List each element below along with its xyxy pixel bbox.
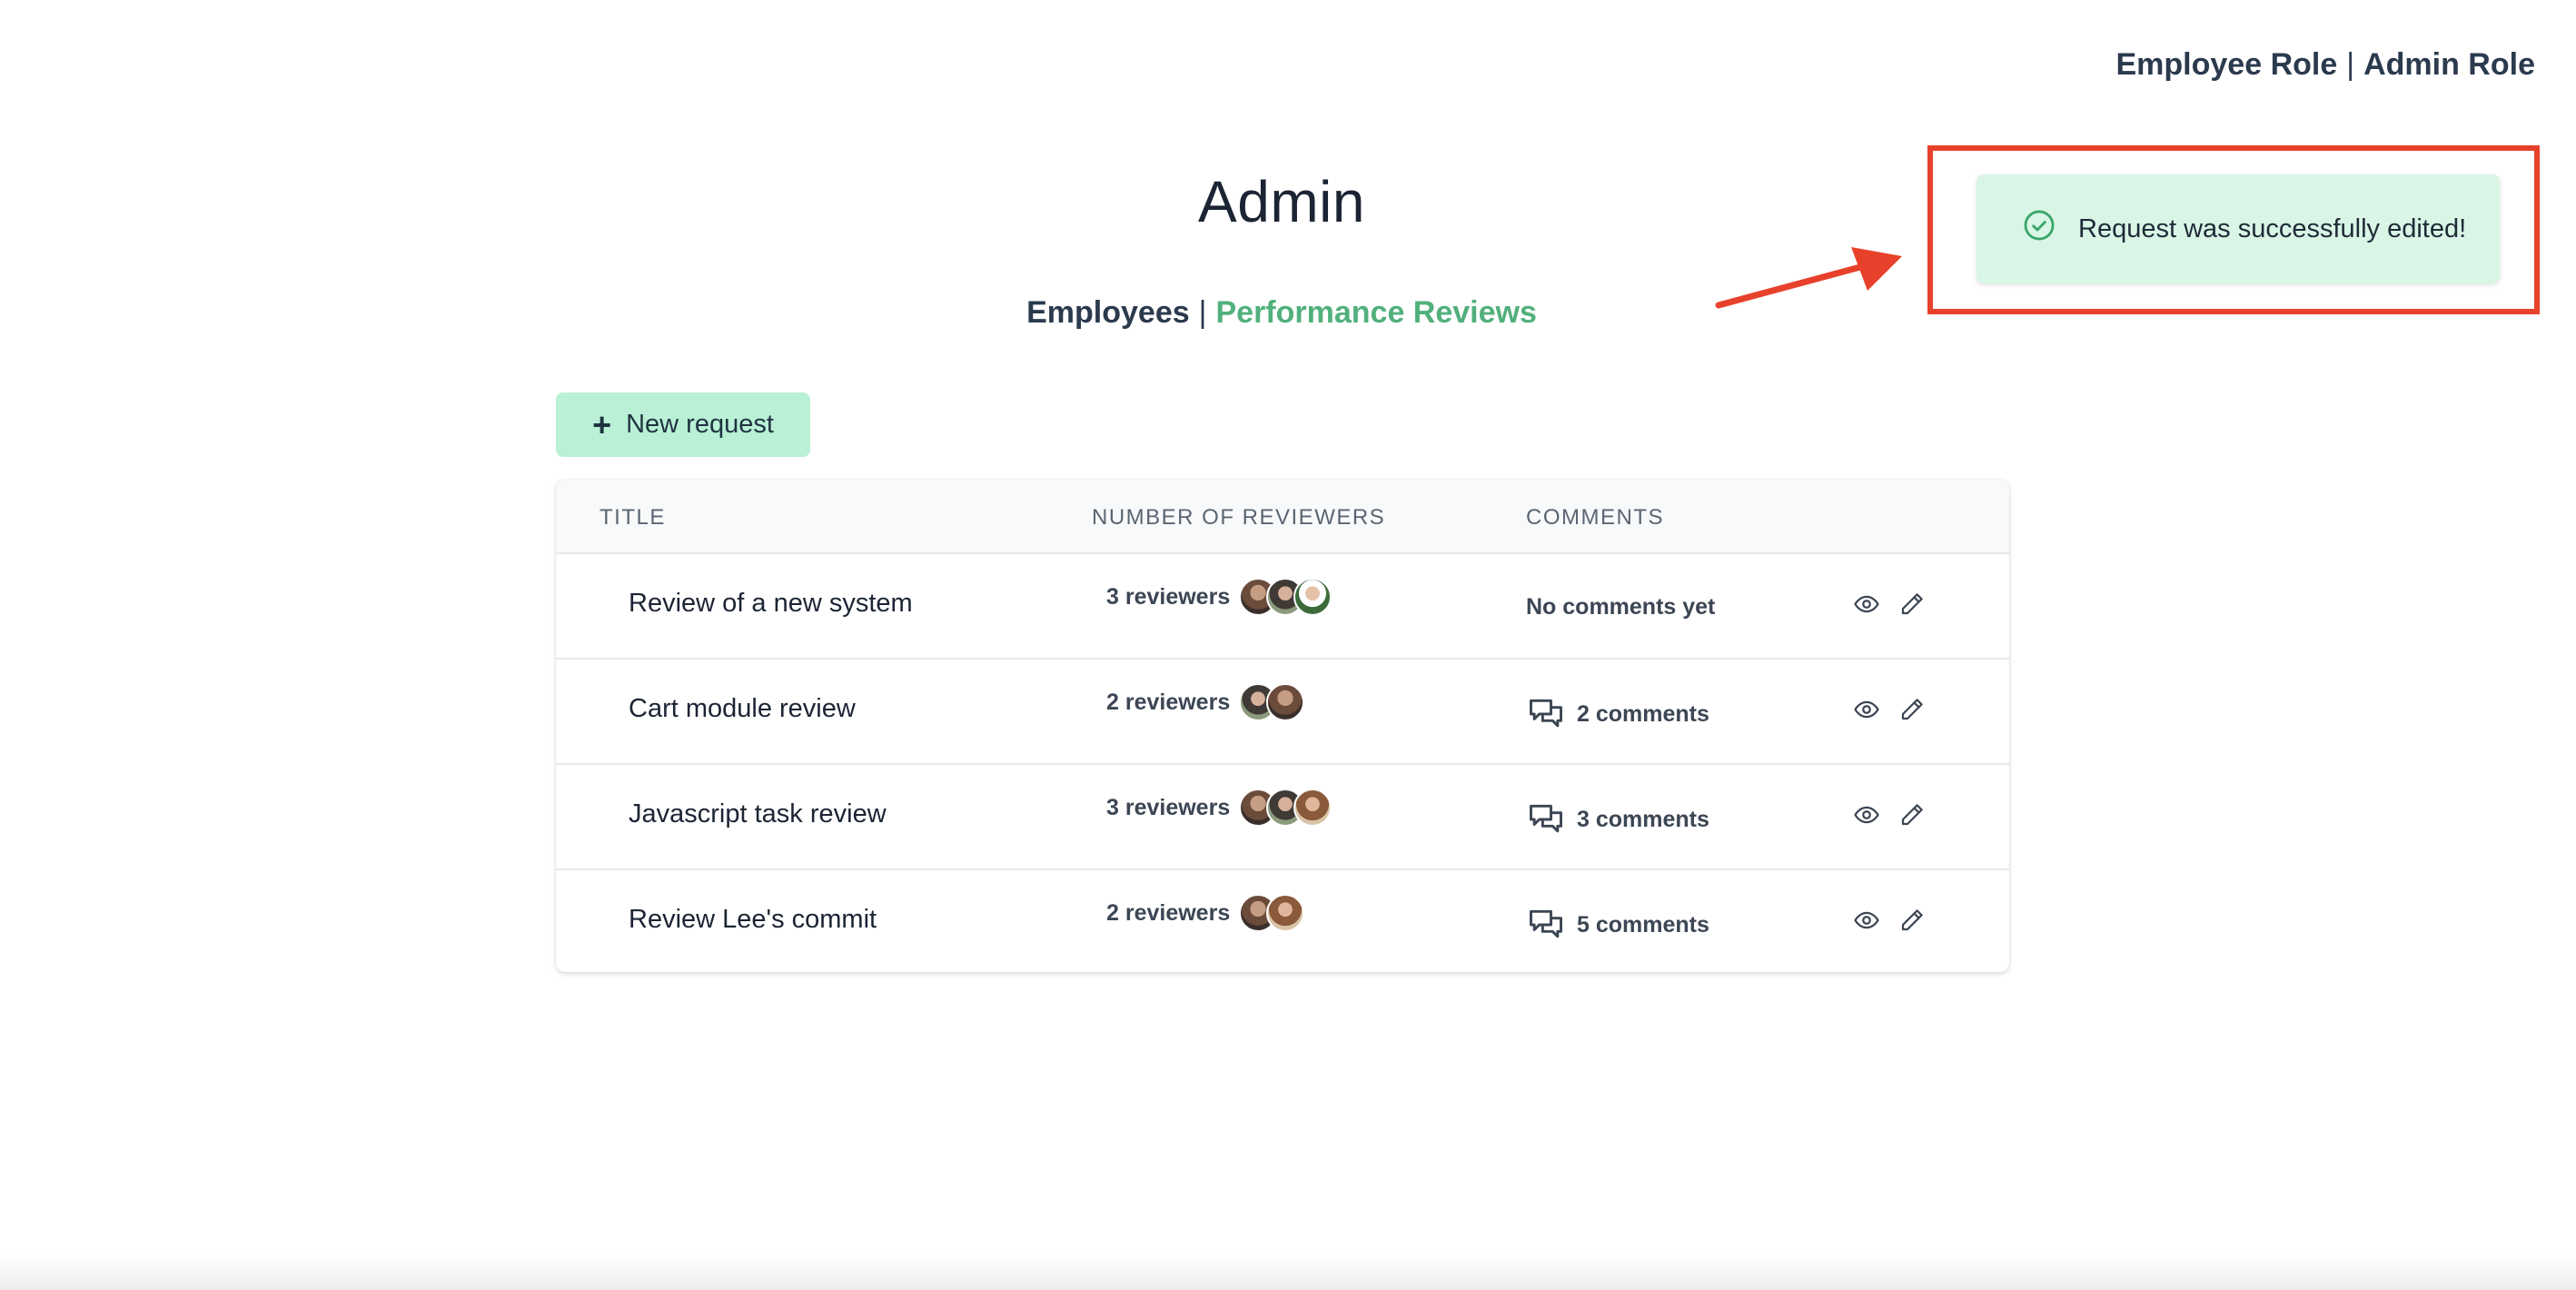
table-header: TITLE NUMBER OF REVIEWERS COMMENTS bbox=[556, 480, 2009, 554]
new-request-button[interactable]: + New request bbox=[556, 392, 810, 457]
comments-icon bbox=[1526, 799, 1566, 839]
annotation-arrow bbox=[1715, 247, 1902, 309]
row-title: Cart module review bbox=[629, 694, 856, 723]
reviewers-cell: 3 reviewers bbox=[1106, 578, 1333, 616]
comments-cell: No comments yet bbox=[1526, 594, 1715, 620]
pencil-icon[interactable] bbox=[1898, 801, 1926, 829]
row-title: Review of a new system bbox=[629, 589, 913, 618]
role-separator: | bbox=[2346, 47, 2355, 82]
eye-icon[interactable] bbox=[1853, 801, 1880, 829]
eye-icon[interactable] bbox=[1853, 696, 1880, 723]
reviewers-count: 3 reviewers bbox=[1106, 583, 1231, 610]
row-actions bbox=[1853, 696, 1926, 723]
check-circle-icon bbox=[2022, 208, 2056, 250]
eye-icon[interactable] bbox=[1853, 590, 1880, 618]
row-title: Review Lee's commit bbox=[629, 905, 877, 934]
eye-icon[interactable] bbox=[1853, 907, 1880, 934]
avatar bbox=[1293, 789, 1333, 827]
comments-icon bbox=[1526, 905, 1566, 945]
tab-performance-reviews[interactable]: Performance Reviews bbox=[1215, 295, 1536, 330]
comments-text: 2 comments bbox=[1577, 700, 1709, 727]
comments-cell[interactable]: 2 comments bbox=[1526, 694, 1709, 734]
new-request-label: New request bbox=[626, 410, 774, 439]
reviewers-cell: 2 reviewers bbox=[1106, 894, 1305, 932]
row-actions bbox=[1853, 801, 1926, 829]
table-row: Review Lee's commit 2 reviewers 5 commen… bbox=[556, 870, 2009, 972]
table-row: Cart module review 2 reviewers 2 comment… bbox=[556, 660, 2009, 765]
reviewers-cell: 2 reviewers bbox=[1106, 683, 1305, 721]
bottom-shade bbox=[0, 1254, 2576, 1290]
avatar-group bbox=[1239, 894, 1305, 932]
avatar-group bbox=[1239, 578, 1333, 616]
pencil-icon[interactable] bbox=[1898, 907, 1926, 934]
avatar-group bbox=[1239, 683, 1305, 721]
avatar bbox=[1266, 683, 1305, 721]
role-switch: Employee Role | Admin Role bbox=[2116, 47, 2536, 83]
comments-text: 5 comments bbox=[1577, 911, 1709, 938]
comments-cell[interactable]: 3 comments bbox=[1526, 799, 1709, 839]
avatar bbox=[1266, 894, 1305, 932]
nav-separator: | bbox=[1198, 295, 1207, 330]
avatar bbox=[1293, 578, 1333, 616]
comments-icon bbox=[1526, 694, 1566, 734]
reviewers-count: 3 reviewers bbox=[1106, 794, 1231, 820]
comments-text: 3 comments bbox=[1577, 806, 1709, 832]
reviewers-count: 2 reviewers bbox=[1106, 899, 1231, 926]
admin-role-link[interactable]: Admin Role bbox=[2363, 47, 2535, 83]
comments-cell[interactable]: 5 comments bbox=[1526, 905, 1709, 945]
pencil-icon[interactable] bbox=[1898, 696, 1926, 723]
header-comments: COMMENTS bbox=[1526, 505, 1664, 530]
comments-text: No comments yet bbox=[1526, 594, 1716, 620]
table-row: Review of a new system 3 reviewers No co… bbox=[556, 554, 2009, 660]
row-actions bbox=[1853, 907, 1926, 934]
avatar-group bbox=[1239, 789, 1333, 827]
plus-icon: + bbox=[592, 405, 612, 443]
reviewers-cell: 3 reviewers bbox=[1106, 789, 1333, 827]
tab-employees[interactable]: Employees bbox=[1026, 295, 1190, 330]
header-title: TITLE bbox=[599, 505, 666, 530]
reviews-table: TITLE NUMBER OF REVIEWERS COMMENTS Revie… bbox=[556, 480, 2009, 972]
pencil-icon[interactable] bbox=[1898, 590, 1926, 618]
employee-role-link[interactable]: Employee Role bbox=[2116, 47, 2338, 83]
table-row: Javascript task review 3 reviewers 3 com… bbox=[556, 765, 2009, 870]
toast-message: Request was successfully edited! bbox=[2078, 213, 2467, 243]
row-actions bbox=[1853, 590, 1926, 618]
header-reviewers: NUMBER OF REVIEWERS bbox=[1092, 505, 1386, 530]
success-toast: Request was successfully edited! bbox=[1977, 174, 2500, 283]
row-title: Javascript task review bbox=[629, 799, 887, 829]
reviewers-count: 2 reviewers bbox=[1106, 689, 1231, 715]
